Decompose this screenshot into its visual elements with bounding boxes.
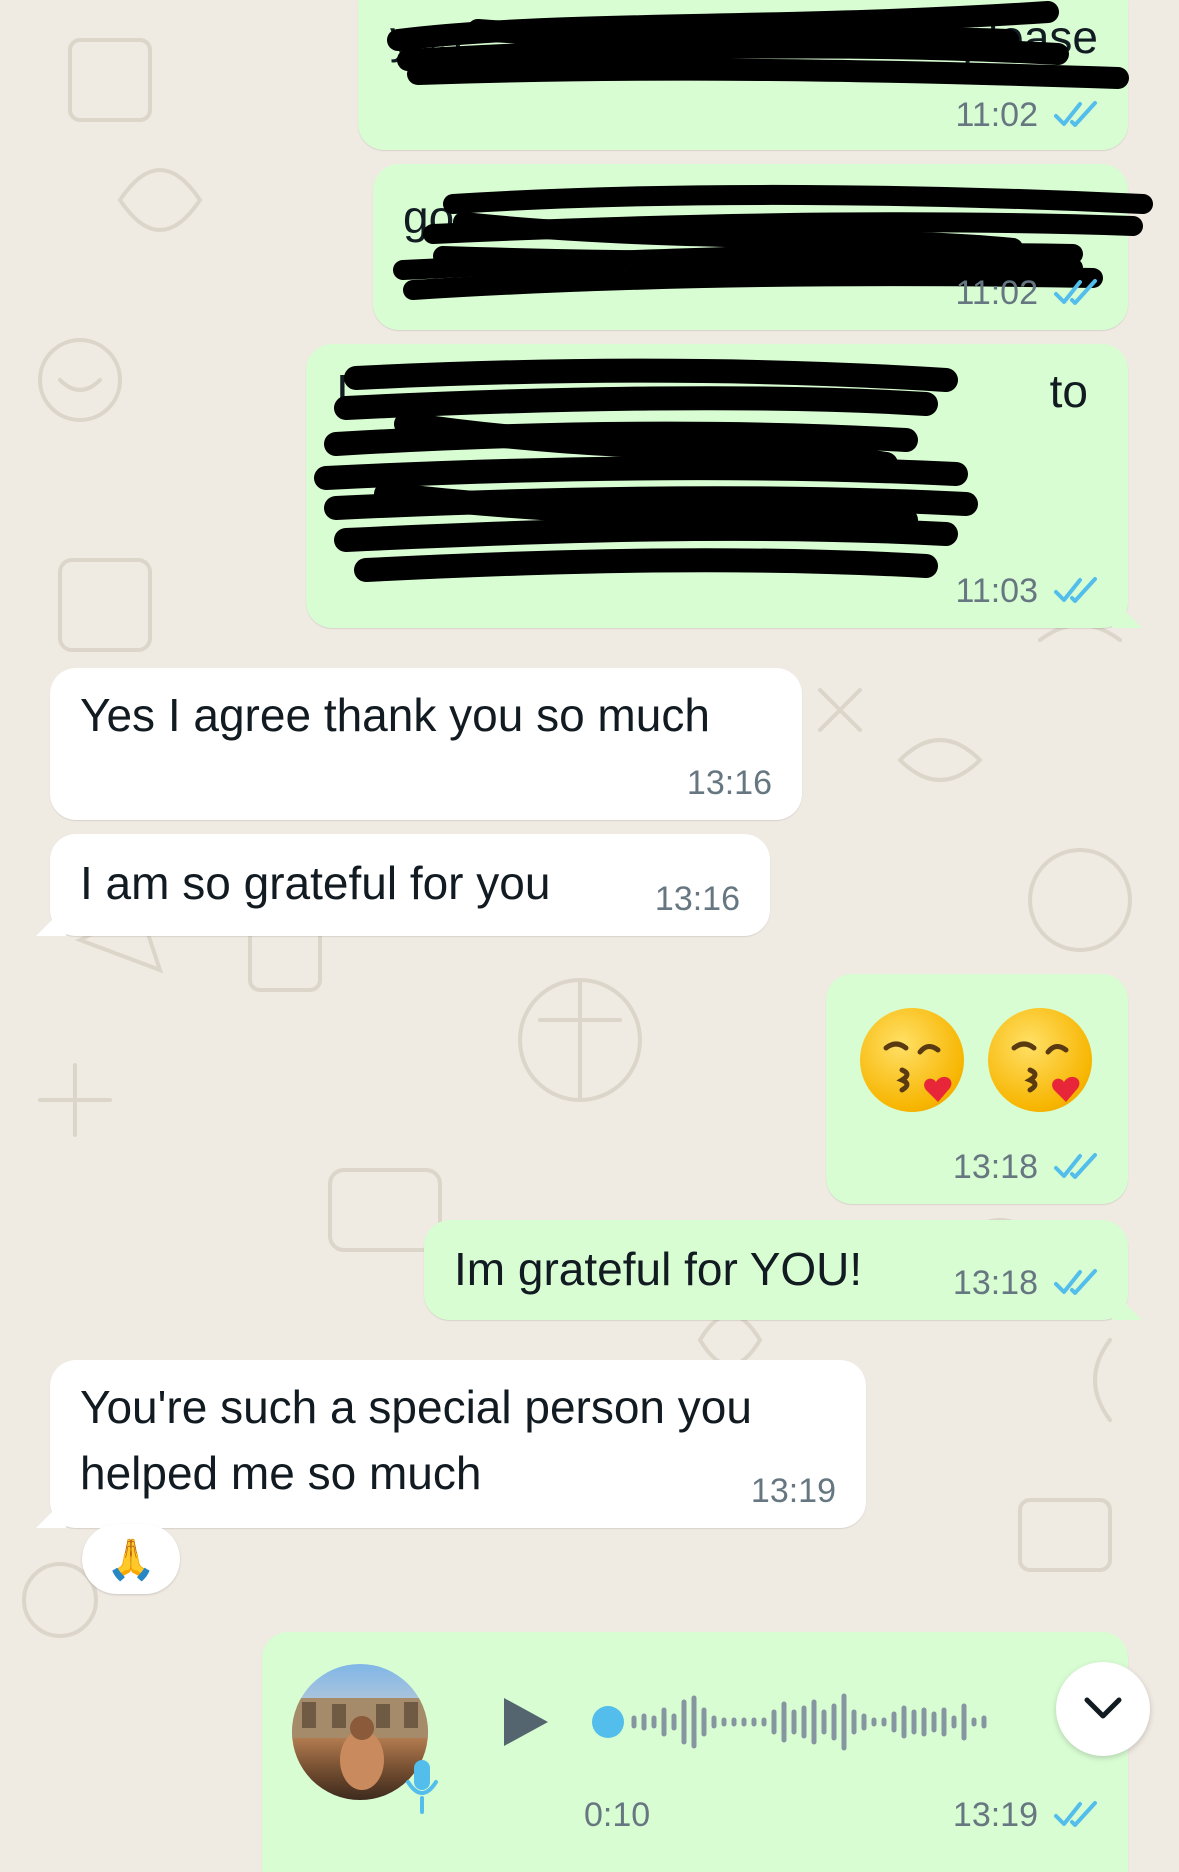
message-reaction[interactable]: 🙏 [82,1524,180,1594]
voice-waveform[interactable] [582,1682,1052,1762]
message-bubble-incoming[interactable]: Yes I agree thank you so much 13:16 [50,668,802,820]
double-check-icon [1054,279,1097,305]
microphone-icon [406,1760,438,1814]
double-check-icon [1054,1269,1097,1295]
message-text-line: You're such a special person you [80,1381,752,1433]
message-text-line: helped me so much [80,1447,482,1499]
message-time: 13:16 [686,764,772,802]
double-check-icon [1054,1153,1097,1179]
message-text: I am so grateful for you [80,857,551,909]
message-bubble-outgoing[interactable]: yes please 11:02 [358,0,1129,150]
kissing-face-emoji [988,1008,1092,1112]
redaction-scribble [393,184,1153,300]
message-time: 13:19 [952,1796,1038,1834]
double-check-icon [1054,1801,1097,1827]
message-time: 11:02 [955,96,1038,134]
message-time: 13:19 [750,1472,836,1510]
reaction-emoji: 🙏 [106,1536,156,1583]
message-time: 13:18 [952,1148,1038,1186]
message-bubble-outgoing[interactable]: 13:18 [826,974,1128,1204]
message-bubble-incoming[interactable]: You're such a special person you helped … [36,1360,866,1528]
double-check-icon [1054,577,1097,603]
message-time: 13:18 [952,1264,1038,1302]
message-time: 11:02 [955,274,1038,312]
message-text: Im grateful for YOU! [454,1243,863,1295]
voice-message-bubble[interactable]: 0:10 13:19 [262,1632,1128,1872]
message-time: 11:03 [955,572,1038,610]
scroll-to-bottom-button[interactable] [1056,1662,1150,1756]
message-bubble-outgoing[interactable]: I to 11:03 [306,344,1142,628]
double-check-icon [1054,101,1097,127]
play-icon[interactable] [500,1694,552,1750]
chevron-down-icon [1084,1697,1122,1719]
kissing-face-emoji [860,1008,964,1112]
message-text: Yes I agree thank you so much [80,689,710,741]
voice-duration: 0:10 [584,1796,651,1834]
message-bubble-outgoing[interactable]: Im grateful for YOU! 13:18 [424,1220,1142,1320]
message-bubble-incoming[interactable]: I am so grateful for you 13:16 [36,834,770,936]
message-bubble-outgoing[interactable]: go 11:02 [373,164,1153,330]
message-time: 13:16 [654,880,740,918]
